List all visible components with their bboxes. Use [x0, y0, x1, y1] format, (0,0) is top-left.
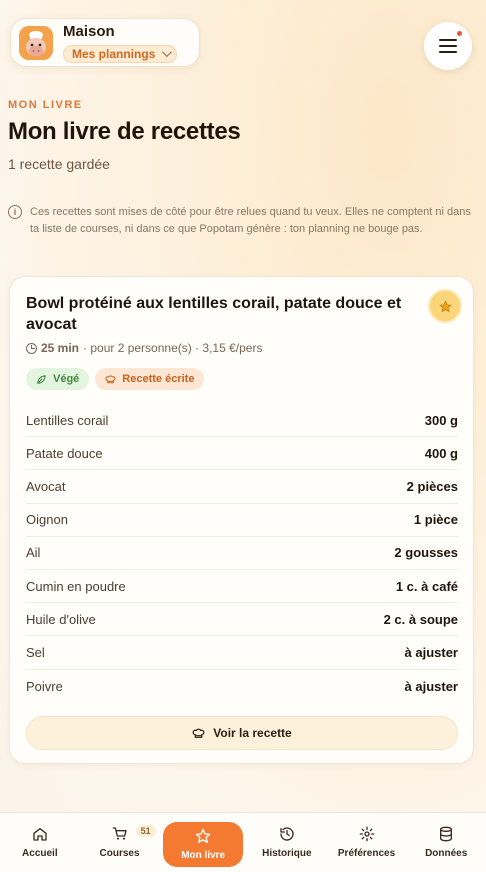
ingredient-qty: 1 pièce [413, 512, 458, 528]
planning-selector[interactable]: Mes plannings [63, 44, 178, 63]
ingredient-row: Ail 2 gousses [26, 537, 458, 570]
info-icon: i [8, 205, 22, 219]
recipe-tags: Végé Recette écrite [26, 368, 205, 390]
household-name: Maison [63, 22, 115, 40]
clock-icon [26, 342, 37, 354]
chef-hat-icon [105, 374, 116, 383]
ingredient-row: Sel à ajuster [26, 636, 458, 670]
ingredient-name: Avocat [26, 478, 66, 494]
ingredient-name: Ail [26, 545, 41, 561]
ingredient-qty: 300 g [424, 412, 458, 428]
ingredient-qty: 400 g [424, 445, 458, 461]
recipe-meta: 25 min · pour 2 personne(s) · 3,15 €/per… [26, 341, 262, 355]
recipe-duration: 25 min [41, 341, 80, 355]
nav-label: Accueil [22, 848, 58, 859]
ingredient-row: Lentilles corail 300 g [26, 404, 458, 438]
info-text: Ces recettes sont mises de côté pour êtr… [30, 206, 471, 235]
chevron-down-icon [162, 47, 173, 58]
ingredient-name: Sel [26, 644, 45, 660]
notification-dot [457, 31, 462, 36]
hippo-avatar [19, 25, 53, 60]
nav-label: Courses [99, 848, 140, 859]
nav-label: Mon livre [181, 850, 226, 861]
nav-item-courses[interactable]: 51 Courses [80, 813, 160, 872]
nav-label: Historique [262, 848, 312, 859]
ingredient-name: Patate douce [26, 445, 103, 461]
star-icon [439, 300, 451, 312]
database-icon [440, 826, 453, 842]
view-recipe-label: Voir la recette [213, 726, 292, 740]
info-notice: i Ces recettes sont mises de côté pour ê… [8, 204, 478, 238]
page-title: Mon livre de recettes [8, 118, 241, 145]
ingredient-name: Lentilles corail [26, 412, 109, 428]
planning-selector-label: Mes plannings [72, 46, 156, 61]
ingredient-qty: 1 c. à café [395, 578, 458, 594]
ingredient-name: Poivre [26, 678, 63, 694]
home-icon [33, 828, 47, 841]
tag-written-recipe: Recette écrite [95, 368, 205, 390]
leaf-icon [37, 374, 46, 384]
ingredient-qty: 2 pièces [406, 478, 458, 494]
saved-count: 1 recette gardée [8, 156, 110, 172]
nav-item-historique[interactable]: Historique [247, 813, 327, 872]
ingredient-row: Patate douce 400 g [26, 437, 458, 471]
nav-item-donnees[interactable]: Données [406, 813, 486, 872]
ingredient-list: Lentilles corail 300 g Patate douce 400 g … [26, 404, 458, 703]
nav-item-mon-livre[interactable]: Mon livre [163, 822, 244, 867]
recipe-title: Bowl protéiné aux lentilles corail, pata… [26, 295, 402, 333]
menu-button[interactable] [424, 22, 472, 70]
ingredient-row: Cumin en poudre 1 c. à café [26, 570, 458, 604]
favorite-star-button[interactable] [430, 291, 460, 321]
nav-label: Préférences [337, 848, 396, 859]
star-icon [195, 828, 211, 843]
nav-item-preferences[interactable]: Préférences [327, 813, 407, 872]
tag-vege: Végé [26, 368, 90, 390]
view-recipe-button[interactable]: Voir la recette [26, 716, 458, 750]
courses-count-badge: 51 [135, 825, 156, 837]
household-header: Maison Mes plannings [10, 18, 200, 67]
ingredient-qty: à ajuster [404, 678, 458, 694]
chef-hat-icon [192, 728, 205, 738]
ingredient-name: Oignon [26, 512, 68, 528]
ingredient-name: Huile d'olive [26, 611, 96, 627]
bottom-nav: Accueil 51 Courses Mon livre Historique … [0, 812, 486, 872]
hippo-mascot-icon [19, 25, 53, 60]
history-icon [280, 827, 294, 841]
recipe-servings-price: · pour 2 personne(s) · 3,15 €/pers [83, 341, 263, 355]
ingredient-name: Cumin en poudre [26, 578, 126, 594]
ingredient-row: Huile d'olive 2 c. à soupe [26, 603, 458, 637]
ingredient-row: Avocat 2 pièces [26, 470, 458, 504]
recipe-card: Bowl protéiné aux lentilles corail, pata… [9, 276, 474, 764]
gear-icon [359, 826, 374, 842]
nav-label: Données [425, 848, 468, 859]
ingredient-qty: à ajuster [404, 644, 458, 660]
cart-icon [112, 827, 127, 840]
section-eyebrow: MON LIVRE [8, 99, 83, 111]
nav-item-accueil[interactable]: Accueil [0, 813, 80, 872]
hamburger-icon [439, 39, 457, 41]
ingredient-qty: 2 c. à soupe [383, 611, 458, 627]
ingredient-qty: 2 gousses [394, 545, 458, 561]
ingredient-row: Poivre à ajuster [26, 670, 458, 703]
ingredient-row: Oignon 1 pièce [26, 504, 458, 537]
